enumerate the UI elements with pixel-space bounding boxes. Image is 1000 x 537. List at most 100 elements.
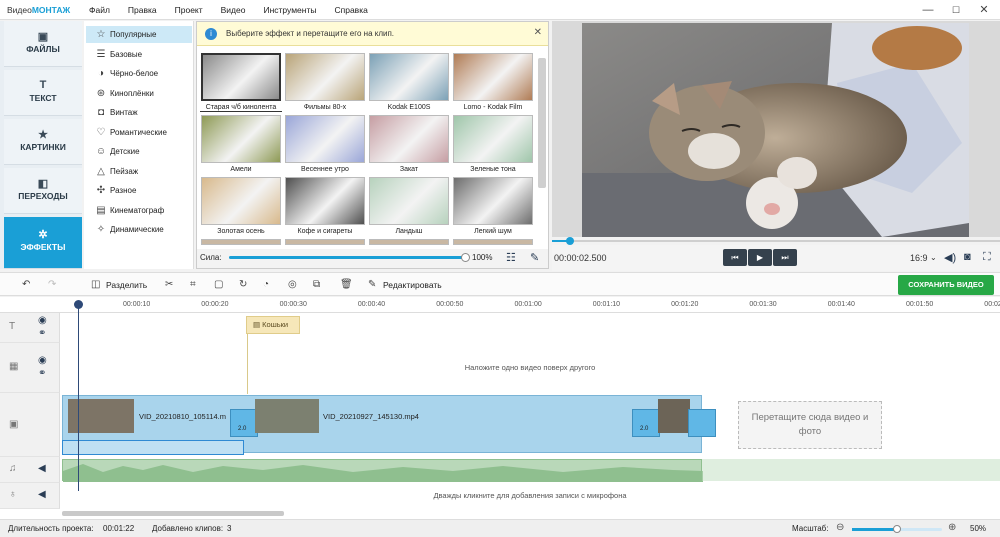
category-files-button[interactable]: ▣ ФАЙЛЫ [4,21,82,67]
visibility-eye-icon[interactable]: ◉ [38,315,47,326]
redo-icon[interactable]: ↷ [48,279,56,290]
undo-icon[interactable]: ↶ [22,279,30,290]
strength-slider-track[interactable] [229,256,465,259]
playhead-handle[interactable] [74,300,83,309]
rotate-icon[interactable]: ↻ [239,279,247,290]
effect-category-bw[interactable]: ◑ Чёрно-белое [86,65,192,82]
speaker-icon[interactable]: ◀ [38,463,46,474]
effect-thumbnail[interactable] [453,239,533,245]
category-effects-button[interactable]: ✲ ЭФФЕКТЫ [4,217,82,269]
menu-edit[interactable]: Правка [119,5,166,15]
effect-category-dynamic[interactable]: ✧ Динамические [86,221,192,238]
effect-thumbnail[interactable] [285,115,365,163]
aspect-ratio-select[interactable]: 16:9 [910,253,928,263]
effect-thumbnail[interactable] [453,53,533,101]
effect-thumbnail[interactable] [201,239,281,245]
zoom-value: 50% [970,524,987,533]
text-clip[interactable]: ▤ Кошьки [246,316,300,334]
close-hint-icon[interactable]: ✕ [534,27,542,38]
effect-thumbnail[interactable] [369,239,449,245]
preview-seekbar[interactable] [552,237,1000,245]
strength-value: 100% [472,253,493,262]
sliders-settings-icon[interactable]: ☷ [506,251,516,264]
effect-category-landscape[interactable]: △ Пейзаж [86,163,192,180]
effect-thumbnail[interactable] [369,115,449,163]
transition-2[interactable] [632,409,660,437]
close-icon[interactable]: ✕ [970,0,998,20]
effect-category-popular[interactable]: ☆ Популярные [86,26,192,43]
edit-button[interactable]: Редактировать [383,280,442,290]
menu-file[interactable]: Файл [80,5,119,15]
clip2-name[interactable]: VID_20210927_145130.mp4 [323,412,419,421]
text-track-icon: T [9,321,16,332]
category-transitions-button[interactable]: ◧ ПЕРЕХОДЫ [4,168,82,214]
edit-pencil-icon[interactable]: ✎ [368,279,376,290]
category-sidebar: ▣ ФАЙЛЫ T ТЕКСТ ★ КАРТИНКИ ◧ ПЕРЕХОДЫ ✲ ЭФФЕК… [0,21,82,269]
delete-trash-icon[interactable]: 🗑 [340,279,353,290]
split-icon[interactable]: ◫ [91,279,100,290]
grid-scrollbar[interactable] [538,58,546,188]
clip1-name[interactable]: VID_20210810_105114.m [139,412,226,421]
cut-scissors-icon[interactable]: ✂ [165,279,173,290]
effect-thumbnail[interactable] [453,177,533,225]
effect-category-film[interactable]: ⊛ Киноплёнки [86,85,192,102]
category-text-button[interactable]: T ТЕКСТ [4,70,82,116]
menu-video[interactable]: Видео [212,5,255,15]
fullscreen-icon[interactable]: ⛶ [983,251,991,264]
brush-icon[interactable]: ✎ [530,251,539,264]
text-t-icon: T [39,79,47,91]
transition-1[interactable] [230,409,258,437]
picture-icon: ▣ [37,31,49,43]
skip-forward-icon: ⏭ [781,253,789,262]
effect-thumbnail[interactable] [285,177,365,225]
effect-thumbnail[interactable] [369,53,449,101]
play-button[interactable]: ▶ [748,249,772,266]
effect-thumbnail[interactable] [201,115,281,163]
transition-3[interactable] [688,409,716,437]
drop-zone[interactable]: Перетащите сюда видео и фото [738,401,882,449]
menu-help[interactable]: Справка [325,5,376,15]
stop-icon[interactable]: ▢ [214,279,223,290]
timeline-scrollbar[interactable] [62,511,284,516]
category-pictures-button[interactable]: ★ КАРТИНКИ [4,119,82,165]
next-frame-button[interactable]: ⏭ [773,249,797,266]
stabilize-icon[interactable]: ◎ [288,279,297,290]
link-icon[interactable]: ⚭ [38,328,46,339]
speaker-icon[interactable]: ◀ [38,489,46,500]
menu-project[interactable]: Проект [166,5,212,15]
effect-thumbnail[interactable] [285,239,365,245]
strength-slider-handle[interactable] [461,253,470,262]
effect-category-romantic[interactable]: ♡ Романтические [86,124,192,141]
effect-thumbnail[interactable] [453,115,533,163]
effect-category-cinema[interactable]: ▤ Кинематограф [86,202,192,219]
effect-category-basic[interactable]: ☰ Базовые [86,46,192,63]
crop-icon[interactable]: ⌗ [190,279,196,290]
effect-thumbnail[interactable] [369,177,449,225]
chevron-down-icon[interactable]: ⌄ [930,253,937,262]
snapshot-camera-icon[interactable]: ◙ [964,251,971,263]
zoom-out-icon[interactable]: ⊖ [836,522,844,533]
effect-thumbnail[interactable] [201,177,281,225]
volume-icon[interactable]: ◀) [944,251,956,264]
effect-label: Lomo - Kodak Film [463,104,523,111]
menu-tools[interactable]: Инструменты [254,5,325,15]
split-button[interactable]: Разделить [106,280,147,290]
maximize-icon[interactable]: ☐ [942,0,970,20]
effect-category-vintage[interactable]: ◘ Винтаж [86,104,192,121]
zoom-slider-handle[interactable] [893,525,901,533]
seek-handle[interactable] [565,237,574,245]
timeline-ruler[interactable]: 00:00:10 00:00:20 00:00:30 00:00:40 00:00:50… [0,297,1000,313]
effect-thumbnail[interactable] [201,53,281,101]
link-icon[interactable]: ⚭ [38,368,46,379]
effect-category-kids[interactable]: ☺ Детские [86,143,192,160]
zoom-in-icon[interactable]: ⊕ [948,522,956,533]
visibility-eye-icon[interactable]: ◉ [38,355,47,366]
save-video-button[interactable]: СОХРАНИТЬ ВИДЕО [898,275,994,295]
effect-thumbnail[interactable] [285,53,365,101]
previous-frame-button[interactable]: ⏮ [723,249,747,266]
speed-icon[interactable]: ◔ [263,279,269,290]
add-to-clip-icon[interactable]: ⧉ [313,279,320,290]
effect-category-misc[interactable]: ✣ Разное [86,182,192,199]
audio-clip[interactable] [62,459,703,482]
minimize-icon[interactable]: — [914,0,942,20]
